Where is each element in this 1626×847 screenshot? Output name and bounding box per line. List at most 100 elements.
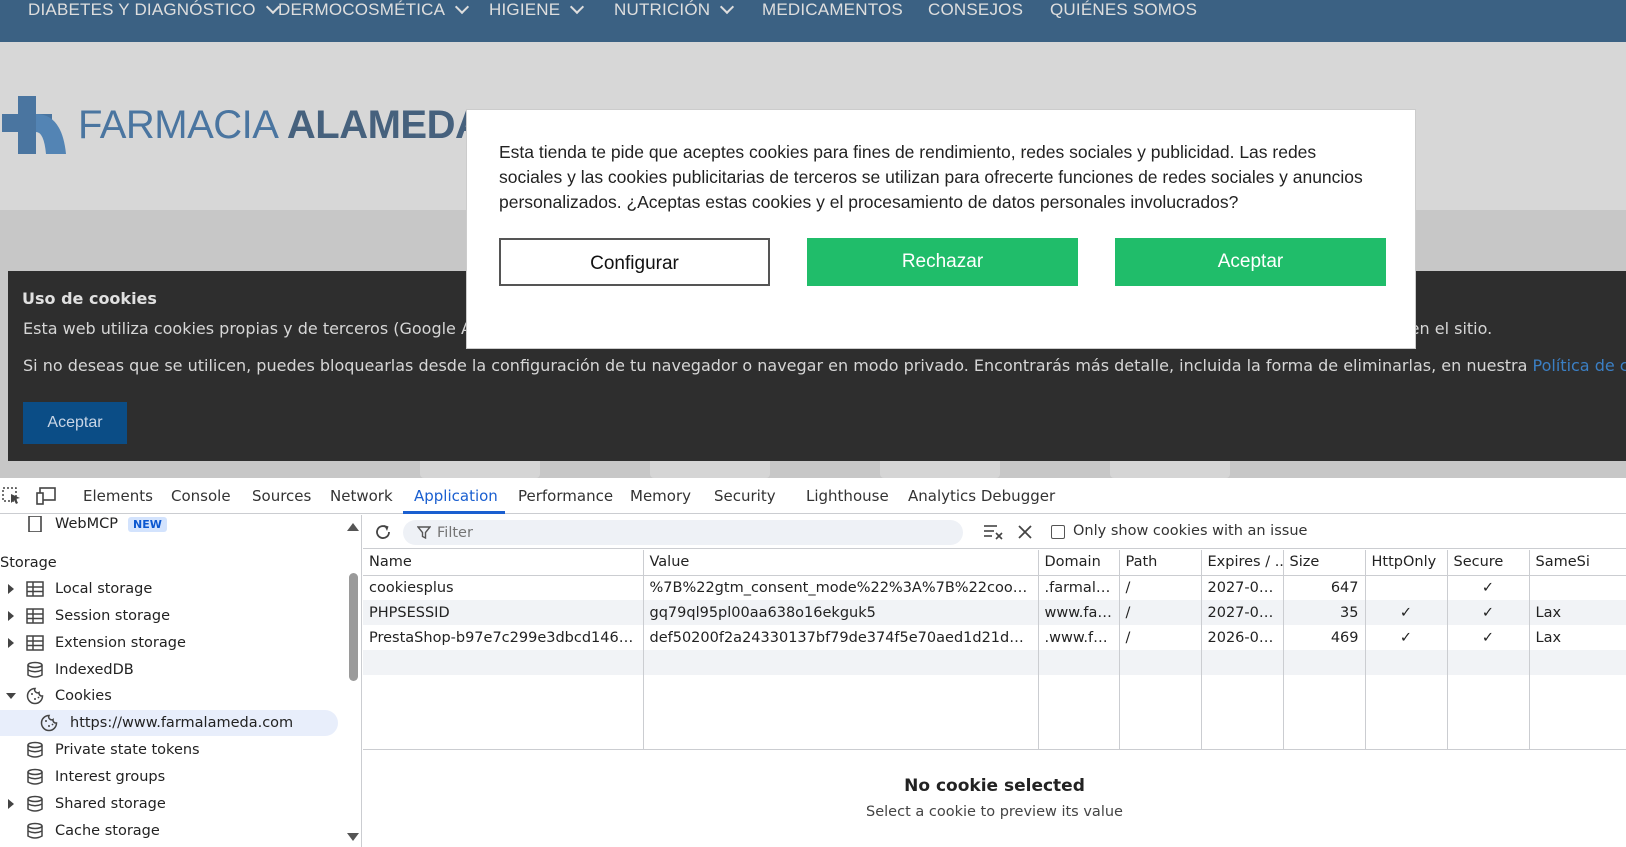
sidebar-item-webmcp[interactable]: WebMCP NEW	[0, 515, 340, 537]
column-header-domain[interactable]: Domain	[1038, 550, 1120, 576]
expand-arrow-icon[interactable]	[8, 611, 14, 621]
sidebar-item-private-state-tokens[interactable]: Private state tokens	[0, 737, 340, 763]
table-icon	[26, 635, 44, 651]
sidebar-item-interest-groups[interactable]: Interest groups	[0, 764, 340, 790]
new-badge: NEW	[128, 516, 167, 532]
cell-name: cookiesplus	[363, 575, 644, 600]
table-row[interactable]: PHPSESSID gq79ql95pl00aa638o16ekguk5 www…	[363, 600, 1626, 625]
scroll-up-arrow-icon[interactable]	[347, 523, 359, 531]
database-icon	[27, 768, 43, 785]
cell-expires: 2027-09-...	[1201, 600, 1284, 625]
cookie-icon	[26, 687, 44, 705]
issue-only-label: Only show cookies with an issue	[1073, 523, 1308, 539]
cell-domain: .www.far...	[1038, 625, 1120, 650]
cookie-bar-text-2: Si no deseas que se utilicen, puedes blo…	[23, 356, 1626, 375]
sidebar-item-extension-storage[interactable]: Extension storage	[0, 630, 340, 656]
table-icon	[26, 608, 44, 624]
tab-elements[interactable]: Elements	[83, 487, 153, 505]
database-icon	[27, 822, 43, 839]
cell-size: 469	[1283, 625, 1366, 650]
sidebar-item-shared-storage[interactable]: Shared storage	[0, 791, 340, 817]
tab-sources[interactable]: Sources	[252, 487, 311, 505]
cell-secure: ✓	[1447, 575, 1530, 600]
inspect-element-icon[interactable]	[2, 487, 22, 505]
tab-network[interactable]: Network	[330, 487, 393, 505]
sidebar-scrollbar-thumb[interactable]	[349, 573, 358, 681]
cell-samesite: Lax	[1529, 625, 1626, 650]
cell-expires: 2026-09-...	[1201, 625, 1284, 650]
cell-path: /	[1119, 575, 1202, 600]
collapse-arrow-icon[interactable]	[6, 693, 16, 699]
scroll-down-arrow-icon[interactable]	[347, 833, 359, 841]
clear-filtered-cookies-icon[interactable]	[983, 523, 1003, 541]
tab-memory[interactable]: Memory	[630, 487, 691, 505]
empty-row	[363, 650, 1626, 675]
filter-input[interactable]	[403, 520, 963, 545]
configure-button[interactable]: Configurar	[499, 238, 770, 286]
cell-secure: ✓	[1447, 625, 1530, 650]
document-icon	[28, 516, 42, 532]
database-icon	[27, 741, 43, 758]
cell-domain: www.far...	[1038, 600, 1120, 625]
table-row[interactable]: cookiesplus %7B%22gtm_consent_mode%22%3A…	[363, 575, 1626, 600]
tab-security[interactable]: Security	[714, 487, 776, 505]
preview-subtitle: Select a cookie to preview its value	[866, 804, 1123, 820]
consent-message: Esta tienda te pide que aceptes cookies …	[499, 142, 1363, 212]
cell-expires: 2027-08-...	[1201, 575, 1284, 600]
devtools-tab-bar: Elements Console Sources Network Applica…	[0, 478, 1626, 514]
column-header-secure[interactable]: Secure	[1447, 550, 1530, 576]
sidebar-item-cookies[interactable]: Cookies	[0, 683, 340, 709]
sidebar-item-local-storage[interactable]: Local storage	[0, 576, 340, 602]
column-header-samesite[interactable]: SameSi	[1529, 550, 1626, 576]
column-header-value[interactable]: Value	[643, 550, 1039, 576]
cell-httponly: ✓	[1365, 625, 1448, 650]
devtools-panel: Elements Console Sources Network Applica…	[0, 478, 1626, 847]
cookie-icon	[40, 714, 58, 732]
sidebar-item-farmalameda-cookies[interactable]: https://www.farmalameda.com	[0, 710, 338, 736]
application-sidebar: WebMCP NEW Storage Local storage Session…	[0, 515, 362, 847]
cell-name: PrestaShop-b97e7c299e3dbcd1463b6ea...	[363, 625, 644, 650]
cell-size: 35	[1283, 600, 1366, 625]
column-header-size[interactable]: Size	[1283, 550, 1366, 576]
column-header-path[interactable]: Path	[1119, 550, 1202, 576]
cookies-pane: Only show cookies with an issue Name Val…	[363, 515, 1626, 847]
cell-samesite	[1529, 575, 1626, 600]
website-viewport: DIABETES Y DIAGNÓSTICO DERMOCOSMÉTICA HI…	[0, 0, 1626, 478]
cell-samesite: Lax	[1529, 600, 1626, 625]
cell-path: /	[1119, 625, 1202, 650]
cell-domain: .farmala...	[1038, 575, 1120, 600]
accept-button[interactable]: Aceptar	[1115, 238, 1386, 286]
cookie-policy-link[interactable]: Política de coo	[1533, 356, 1626, 375]
issue-only-checkbox[interactable]	[1051, 525, 1065, 539]
expand-arrow-icon[interactable]	[8, 638, 14, 648]
table-icon	[26, 581, 44, 597]
tab-console[interactable]: Console	[171, 487, 231, 505]
tab-application[interactable]: Application	[414, 487, 498, 505]
sidebar-item-indexeddb[interactable]: IndexedDB	[0, 657, 340, 683]
tab-performance[interactable]: Performance	[518, 487, 613, 505]
cell-name: PHPSESSID	[363, 600, 644, 625]
cell-path: /	[1119, 600, 1202, 625]
table-row[interactable]: PrestaShop-b97e7c299e3dbcd1463b6ea... de…	[363, 625, 1626, 650]
cell-value: %7B%22gtm_consent_mode%22%3A%7B%22cookie…	[643, 575, 1039, 600]
device-toolbar-icon[interactable]	[36, 487, 56, 505]
clear-all-close-icon[interactable]	[1017, 524, 1033, 540]
cell-value: def50200f2a24330137bf79de374f5e70aed1d21…	[643, 625, 1039, 650]
expand-arrow-icon[interactable]	[8, 799, 14, 809]
column-header-expires[interactable]: Expires / ...	[1201, 550, 1284, 576]
reject-button[interactable]: Rechazar	[807, 238, 1078, 286]
tab-lighthouse[interactable]: Lighthouse	[806, 487, 889, 505]
cookie-bar-accept-button[interactable]: Aceptar	[23, 402, 127, 444]
column-header-httponly[interactable]: HttpOnly	[1365, 550, 1448, 576]
cell-size: 647	[1283, 575, 1366, 600]
column-header-name[interactable]: Name	[363, 550, 644, 576]
active-tab-indicator	[403, 511, 505, 514]
database-icon	[27, 795, 43, 812]
refresh-icon[interactable]	[373, 522, 393, 542]
cookie-consent-modal: Esta tienda te pide que aceptes cookies …	[466, 109, 1416, 349]
expand-arrow-icon[interactable]	[8, 584, 14, 594]
tab-analytics-debugger[interactable]: Analytics Debugger	[908, 487, 1055, 505]
filter-icon	[417, 526, 431, 539]
sidebar-item-cache-storage[interactable]: Cache storage	[0, 818, 340, 844]
sidebar-item-session-storage[interactable]: Session storage	[0, 603, 340, 629]
